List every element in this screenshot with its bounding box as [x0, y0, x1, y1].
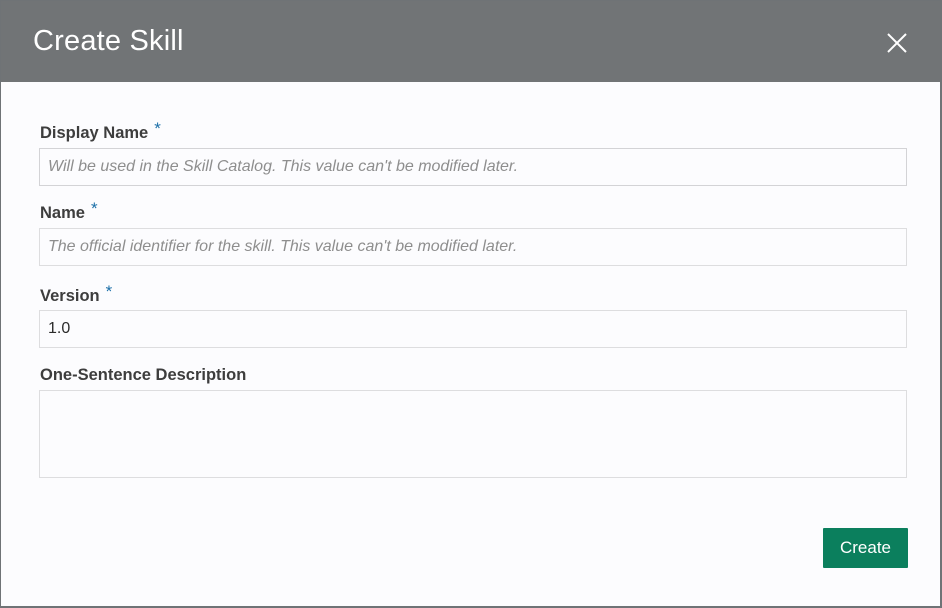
name-input[interactable]: [39, 228, 907, 266]
version-label: Version *: [40, 282, 112, 306]
name-label: Name *: [40, 199, 98, 223]
name-label-text: Name: [40, 204, 85, 222]
close-icon: [887, 33, 907, 53]
dialog-title: Create Skill: [33, 25, 184, 57]
display-name-label-text: Display Name: [40, 124, 149, 142]
version-label-text: Version: [40, 287, 100, 305]
description-textarea[interactable]: [39, 390, 907, 478]
create-button[interactable]: Create: [823, 528, 908, 568]
display-name-required-marker: *: [154, 119, 161, 138]
description-label-text: One-Sentence Description: [40, 366, 247, 384]
create-skill-dialog: Create Skill Display Name * Name * Version…: [1, 1, 940, 606]
display-name-label: Display Name *: [40, 119, 161, 143]
version-required-marker: *: [105, 282, 113, 301]
version-input[interactable]: [39, 310, 907, 348]
name-required-marker: *: [90, 199, 98, 218]
description-label: One-Sentence Description: [40, 366, 246, 385]
close-button[interactable]: [886, 32, 908, 54]
display-name-input[interactable]: [39, 148, 907, 186]
dialog-header: Create Skill: [1, 1, 940, 82]
